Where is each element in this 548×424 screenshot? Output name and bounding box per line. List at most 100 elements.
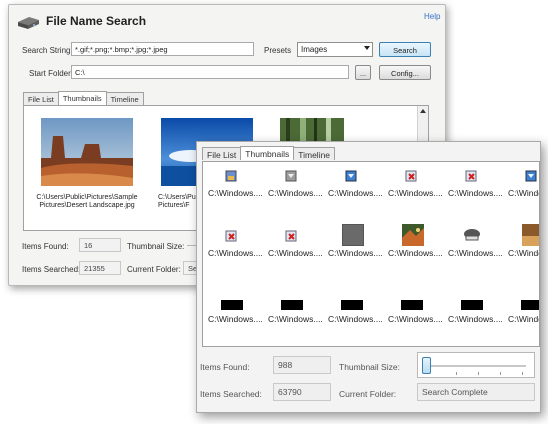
slider-tick bbox=[500, 372, 501, 375]
items-found-value: 988 bbox=[273, 356, 331, 374]
items-found-value: 16 bbox=[79, 238, 121, 252]
thumbnail-cell[interactable]: C:\Windows.... bbox=[323, 288, 383, 338]
thumbnail-caption: C:\Windows.... bbox=[388, 188, 443, 198]
thumbnail-caption: C:\Windows.... bbox=[448, 248, 503, 258]
thumbnail-size-slider[interactable] bbox=[417, 352, 535, 378]
slider-tick bbox=[456, 372, 457, 375]
search-button[interactable]: Search bbox=[379, 42, 431, 57]
thumbnail-caption: C:\Windows.... bbox=[508, 248, 539, 258]
network-icon bbox=[464, 229, 480, 241]
desert-landscape-thumbnail[interactable] bbox=[41, 118, 133, 186]
thumbnail-cell[interactable]: C:\Windows.... bbox=[203, 162, 263, 212]
browse-button[interactable]: ... bbox=[355, 65, 371, 80]
items-searched-value: 63790 bbox=[273, 383, 331, 401]
thumbnail-caption: C:\Windows.... bbox=[268, 188, 323, 198]
thumbnail-cell[interactable]: C:\Windows.... bbox=[263, 288, 323, 338]
thumbnail-caption: C:\Windows.... bbox=[508, 314, 539, 324]
thumbnail-cell[interactable]: C:\Windows.... bbox=[503, 222, 539, 272]
thumbnail-caption: C:\Users\Public\Pictures\Sample Pictures… bbox=[36, 194, 138, 209]
presets-select[interactable]: Images bbox=[297, 42, 373, 57]
photo-thumbnail bbox=[402, 224, 424, 246]
generic-image-icon bbox=[225, 170, 237, 182]
thumbnail-caption: C:\Windows.... bbox=[208, 248, 263, 258]
blue-image-icon bbox=[525, 170, 537, 182]
thumbnail-caption: C:\Windows.... bbox=[448, 314, 503, 324]
black-bar-thumbnail bbox=[221, 300, 243, 310]
thumbnail-caption: C:\Windows.... bbox=[268, 314, 323, 324]
current-folder-label: Current Folder: bbox=[127, 265, 181, 274]
items-found-label: Items Found: bbox=[22, 242, 69, 251]
search-string-input[interactable]: *.gif;*.png;*.bmp;*.jpg;*.jpeg bbox=[71, 42, 254, 56]
items-searched-value: 21355 bbox=[79, 261, 121, 275]
broken-image-icon bbox=[225, 230, 237, 242]
thumbnail-cell[interactable]: C:\Windows.... bbox=[503, 162, 539, 212]
thumbnail-size-label: Thumbnail Size: bbox=[127, 242, 185, 251]
thumbnail-caption: C:\Windows.... bbox=[268, 248, 323, 258]
thumbnail-caption: C:\Windows.... bbox=[328, 188, 383, 198]
broken-image-icon bbox=[285, 230, 297, 242]
tab-file-list[interactable]: File List bbox=[202, 147, 242, 160]
tab-thumbnails[interactable]: Thumbnails bbox=[57, 91, 107, 105]
thumbnail-size-label: Thumbnail Size: bbox=[339, 362, 400, 372]
thumbnail-cell[interactable]: C:\Windows.... bbox=[383, 222, 443, 272]
thumbnail-cell[interactable]: C:\Windows.... bbox=[443, 222, 503, 272]
current-folder-label: Current Folder: bbox=[339, 389, 397, 399]
help-link[interactable]: Help bbox=[424, 12, 440, 21]
thumbnail-caption: C:\Windows.... bbox=[388, 314, 443, 324]
gray-image-icon bbox=[285, 170, 297, 182]
thumbnail-cell[interactable]: C:\Windows.... bbox=[263, 222, 323, 272]
chevron-down-icon bbox=[364, 46, 370, 50]
slider-thumb[interactable] bbox=[422, 357, 431, 374]
slider-tick bbox=[478, 372, 479, 375]
slider-tick bbox=[522, 372, 523, 375]
thumbnail-caption: C:\Windows.... bbox=[208, 314, 263, 324]
thumbnail-cell[interactable]: C:\Windows.... bbox=[443, 288, 503, 338]
tab-timeline[interactable]: Timeline bbox=[293, 147, 336, 160]
presets-value: Images bbox=[301, 45, 328, 54]
tab-timeline[interactable]: Timeline bbox=[105, 92, 144, 105]
black-bar-thumbnail bbox=[281, 300, 303, 310]
thumbnail-cell[interactable]: C:\Windows.... bbox=[383, 162, 443, 212]
tab-file-list[interactable]: File List bbox=[23, 92, 59, 105]
broken-image-icon bbox=[405, 170, 417, 182]
start-folder-input[interactable]: C:\ bbox=[71, 65, 349, 79]
black-bar-thumbnail bbox=[341, 300, 363, 310]
items-searched-label: Items Searched: bbox=[22, 265, 81, 274]
thumbnail-cell[interactable]: C:\Windows.... bbox=[503, 288, 539, 338]
config-button[interactable]: Config... bbox=[379, 65, 431, 80]
gray-square-thumbnail bbox=[342, 224, 364, 246]
items-searched-label: Items Searched: bbox=[200, 389, 262, 399]
black-bar-thumbnail bbox=[521, 300, 539, 310]
thumbnail-caption: C:\Windows.... bbox=[388, 248, 443, 258]
thumbnail-cell[interactable]: C:\Windows.... bbox=[443, 162, 503, 212]
thumbnail-caption: C:\Windows.... bbox=[328, 314, 383, 324]
broken-image-icon bbox=[465, 170, 477, 182]
black-bar-thumbnail bbox=[461, 300, 483, 310]
presets-label: Presets bbox=[264, 46, 292, 55]
thumbnail-caption: C:\Windows.... bbox=[328, 248, 383, 258]
photo-thumbnail bbox=[522, 224, 539, 246]
blue-image-icon bbox=[345, 170, 357, 182]
thumbnail-cell[interactable]: C:\Windows.... bbox=[263, 162, 323, 212]
items-found-label: Items Found: bbox=[200, 362, 250, 372]
app-title: File Name Search bbox=[46, 14, 147, 28]
thumbnail-cell[interactable]: C:\Windows.... bbox=[203, 288, 263, 338]
drive-search-icon bbox=[18, 17, 39, 29]
thumbnail-cell[interactable]: C:\Windows.... bbox=[323, 162, 383, 212]
thumbnail-caption: C:\Windows.... bbox=[508, 188, 539, 198]
tab-thumbnails[interactable]: Thumbnails bbox=[240, 146, 295, 160]
thumbnail-caption: C:\Windows.... bbox=[448, 188, 503, 198]
current-folder-value: Search Complete bbox=[417, 383, 535, 401]
thumbnail-grid: C:\Windows.... C:\Windows.... C:\Windows… bbox=[202, 161, 540, 347]
tab-bar: File List Thumbnails Timeline bbox=[202, 146, 336, 160]
thumbnail-cell[interactable]: C:\Windows.... bbox=[383, 288, 443, 338]
scroll-up-arrow-icon[interactable] bbox=[420, 109, 426, 113]
thumbnail-cell[interactable]: C:\Windows.... bbox=[203, 222, 263, 272]
thumbnails-window: File List Thumbnails Timeline C:\Windows… bbox=[196, 141, 541, 413]
black-bar-thumbnail bbox=[401, 300, 423, 310]
tab-bar: File List Thumbnails Timeline bbox=[23, 91, 144, 105]
thumbnail-cell[interactable]: C:\Windows.... bbox=[323, 222, 383, 272]
search-string-label: Search String bbox=[22, 46, 71, 55]
start-folder-label: Start Folder bbox=[29, 69, 71, 78]
slider-track bbox=[426, 365, 526, 367]
